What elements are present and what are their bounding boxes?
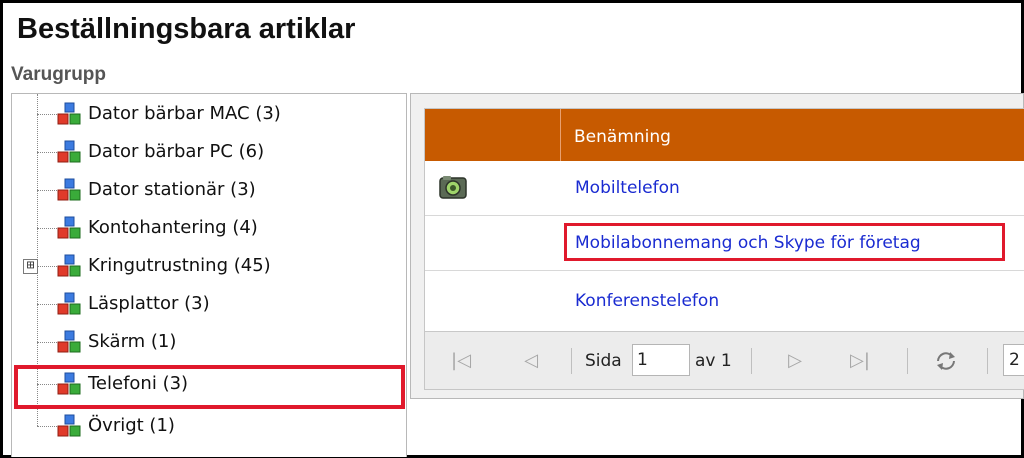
category-cubes-icon: [57, 330, 81, 353]
category-cubes-icon: [57, 292, 81, 315]
tree-item-label: Kringutrustning (45): [88, 255, 271, 276]
column-separator: [560, 109, 561, 161]
tree-item-label: Kontohantering (4): [88, 217, 258, 238]
grid-header: Benämning: [425, 109, 1024, 161]
section-label-varugrupp: Varugrupp: [11, 64, 107, 85]
next-page-icon[interactable]: ▷: [785, 350, 805, 372]
page-title: Beställningsbara artiklar: [17, 13, 356, 45]
category-cubes-icon: [57, 216, 81, 239]
tree-item-ovrigt[interactable]: Övrigt (1): [12, 408, 406, 446]
tree-item-kontohantering[interactable]: Kontohantering (4): [12, 210, 406, 248]
expand-plus-icon[interactable]: ⊞: [23, 259, 38, 274]
refresh-icon[interactable]: [933, 348, 959, 374]
highlighted-product-box: [564, 223, 1005, 261]
tree-item-dator-barbar-pc[interactable]: Dator bärbar PC (6): [12, 134, 406, 172]
product-link-mobiltelefon[interactable]: Mobiltelefon: [575, 178, 680, 198]
category-cubes-icon: [57, 178, 81, 201]
tree-item-label: Skärm (1): [88, 331, 177, 352]
tree-item-lasplattor[interactable]: Läsplattor (3): [12, 286, 406, 324]
table-row-mobiltelefon[interactable]: Mobiltelefon: [425, 161, 1024, 216]
page-count-label: av 1: [695, 351, 732, 371]
tree-item-label: Övrigt (1): [88, 415, 175, 436]
table-row-konferenstelefon[interactable]: Konferenstelefon: [425, 271, 1024, 331]
tree-item-dator-stationar[interactable]: Dator stationär (3): [12, 172, 406, 210]
category-cubes-icon: [57, 140, 81, 163]
category-cubes-icon: [57, 102, 81, 125]
tree-item-label: Dator stationär (3): [88, 179, 256, 200]
selected-category-highlight: [14, 365, 405, 409]
tree-item-label: Läsplattor (3): [88, 293, 210, 314]
previous-page-icon[interactable]: ◁: [521, 350, 541, 372]
page-label: Sida: [585, 351, 622, 371]
tree-item-dator-barbar-mac[interactable]: Dator bärbar MAC (3): [12, 96, 406, 134]
column-header-benamning[interactable]: Benämning: [574, 127, 671, 147]
grid-pager: |◁ ◁ Sida 1 av 1 ▷ ▷| 2: [425, 331, 1024, 389]
tree-item-kringutrustning[interactable]: ⊞ Kringutrustning (45): [12, 248, 406, 286]
tree-item-label: Dator bärbar MAC (3): [88, 103, 281, 124]
tree-item-skarm[interactable]: Skärm (1): [12, 324, 406, 362]
last-page-icon[interactable]: ▷|: [850, 350, 870, 372]
page-size-input[interactable]: 2: [1003, 344, 1024, 376]
app-window: Beställningsbara artiklar Varugrupp Dato…: [0, 0, 1024, 458]
product-link-konferenstelefon[interactable]: Konferenstelefon: [575, 291, 719, 311]
tree-item-label: Dator bärbar PC (6): [88, 141, 265, 162]
category-cubes-icon: [57, 254, 81, 277]
category-cubes-icon: [57, 414, 81, 437]
camera-thumbnail-icon: [439, 176, 467, 199]
first-page-icon[interactable]: |◁: [451, 350, 471, 372]
page-number-input[interactable]: 1: [632, 344, 690, 376]
